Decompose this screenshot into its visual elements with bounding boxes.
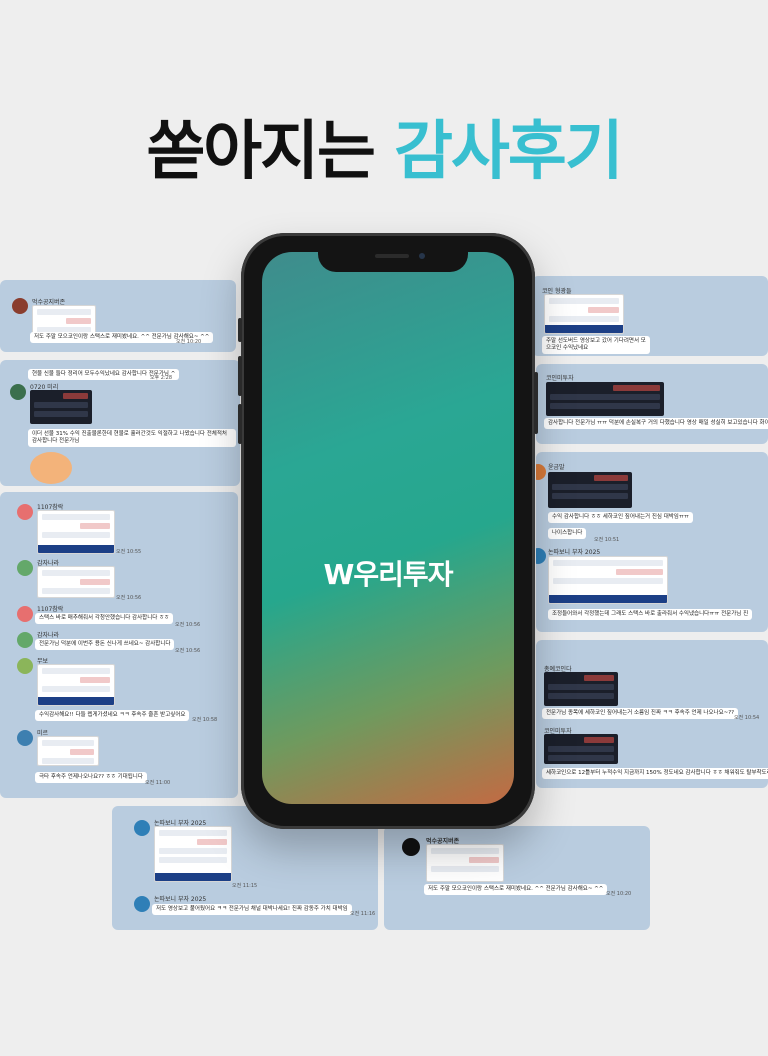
avatar — [17, 606, 33, 622]
message-time: 오전 10:54 — [734, 715, 760, 721]
avatar — [134, 820, 150, 836]
trade-screenshot — [548, 472, 632, 508]
message-bubble: 저도 영상보고 풀어뒀어요 ㅋㅋ 전문가님 채널 대박나세요! 진짜 감동주 가… — [152, 904, 352, 915]
message-time: 오후 2:28 — [150, 375, 173, 381]
trade-screenshot — [37, 736, 99, 766]
trade-screenshot — [546, 382, 664, 416]
sender-name: 논따보니 부자 2025 — [154, 896, 207, 903]
sender-name: 윤금말 — [548, 464, 565, 471]
phone-speaker — [375, 254, 409, 258]
review-panel-left-top: 먹수공지버존 저도 주말 모으코인이랑 스택스로 재미봤네요. ^^ 전문가님 … — [0, 280, 236, 352]
review-panel-bottom-right: 먹수공지버존 저도 주말 모으코인이랑 스택스로 재미봤네요. ^^ 전문가님 … — [384, 826, 650, 930]
message-bubble: 극타 후속주 언제나오나요?? ㅎㅎ 기대됩니다 — [35, 772, 147, 783]
avatar — [17, 504, 33, 520]
avatar — [536, 548, 546, 564]
phone-camera — [419, 253, 425, 259]
avatar — [17, 560, 33, 576]
trade-screenshot — [37, 664, 115, 706]
message-bubble: 수익 감사합니다 ㅎㅎ 세하코인 짚어내는거 진심 대박임ㅠㅠ — [548, 512, 693, 523]
trade-screenshot — [544, 294, 624, 334]
message-time: 오전 10:51 — [594, 537, 620, 543]
brand-logo: W우리투자 — [323, 558, 454, 591]
phone-side-button — [534, 372, 538, 434]
avatar — [10, 384, 26, 400]
avatar — [17, 658, 33, 674]
trade-screenshot — [37, 566, 115, 598]
avatar — [17, 730, 33, 746]
message-time: 오전 10:20 — [176, 339, 202, 345]
message-bubble: 수익감사해요!! 다들 렙게가셨네요 ㅋㅋ 후속주 줄흔 받고싶어요 — [35, 710, 190, 721]
avatar — [402, 838, 420, 856]
sender-name: 감자나라 — [37, 632, 60, 639]
message-time: 오전 11:00 — [145, 780, 171, 786]
review-panel-left-mid: 현물 신물 들다 정리어 모두수익났네요 감사합니다 전문가님 ^ 오후 2:2… — [0, 360, 240, 486]
message-bubble: 전문가님 덕분에 이번주 용돈 신나게 쓰네요~ 감사합니다 — [35, 639, 175, 650]
sender-name: 코인미투자 — [546, 375, 574, 382]
message-bubble: 주말 선도버드 영상보고 갔어 기다려면서 모으코인 수익났네요 — [542, 336, 650, 354]
trade-screenshot — [544, 734, 618, 764]
message-time: 오전 10:56 — [116, 595, 142, 601]
review-panel-right-lower: 윤금말 수익 감사합니다 ㅎㅎ 세하코인 짚어내는거 진심 대박임ㅠㅠ 나이스합… — [536, 452, 768, 632]
message-bubble: 세하코인으로 12틀부터 누적수익 지금까지 150% 정도네요 감사합니다 ㅎ… — [542, 768, 768, 779]
message-time: 오전 10:55 — [116, 549, 142, 555]
message-bubble: 저도 주말 모으코인이랑 스택스로 재미봤네요. ^^ 전문가님 감사해요~ ^… — [424, 884, 608, 895]
headline: 쏟아지는 감사후기 — [0, 112, 768, 192]
avatar — [134, 896, 150, 912]
trade-screenshot — [544, 672, 618, 706]
character-sticker — [30, 452, 72, 484]
message-bubble: 스택스 바로 매추해줘서 각청안했습니다 감사합니다 ㅎㅎ — [35, 613, 174, 624]
trade-screenshot — [37, 510, 115, 554]
message-time: 오전 11:16 — [350, 911, 376, 917]
phone-notch — [318, 248, 468, 272]
phone-side-button — [238, 318, 242, 342]
review-panel-right-bottom: 총예코인다 전문가님 종목에 세하코인 짚어내는거 소름임 진짜 ㅋㅋ 후속주 … — [536, 640, 768, 788]
review-panel-right-top: 코인 형광들 주말 선도버드 영상보고 갔어 기다려면서 모으코인 수익났네요 — [532, 276, 768, 356]
message-time: 오전 10:58 — [192, 717, 218, 723]
message-time: 오전 11:15 — [232, 883, 258, 889]
review-panel-right-mid: 코인미투자 감사합니다 전문가님 ㅠㅠ 덕분에 손실복구 거의 다했습니다 영상… — [536, 364, 768, 444]
message-bubble: 이더 선물 31% 수익 진출물론한데 현물로 훌러간것도 익절하고 나왔습니다… — [28, 429, 236, 447]
message-time: 오전 10:56 — [175, 622, 201, 628]
sender-name: 논따보니 부자 2025 — [548, 549, 601, 556]
message-bubble: 감사합니다 전문가님 ㅠㅠ 덕분에 손실복구 거의 다했습니다 영상 매일 성실… — [544, 418, 768, 429]
avatar — [536, 464, 546, 480]
avatar — [17, 632, 33, 648]
sender-name: 1107참락 — [37, 606, 64, 613]
message-bubble: 전문가님 종목에 세하코인 짚어내는거 소름임 진짜 ㅋㅋ 후속주 언제 나오나… — [542, 708, 739, 719]
trade-screenshot — [154, 826, 232, 882]
avatar — [12, 298, 28, 314]
review-panel-left-bottom: 1107참락 오전 10:55 감자나라 오전 10:56 1107참락 스택스… — [0, 492, 238, 798]
trade-screenshot — [426, 844, 504, 882]
trade-screenshot — [30, 390, 92, 424]
headline-part1: 쏟아지는 — [146, 115, 376, 189]
phone-side-button — [238, 404, 242, 444]
trade-screenshot — [548, 556, 668, 604]
message-bubble: 조정들어와서 각정했는데 그래도 스택스 바로 출라줘서 수익냈습니다ㅠㅠ 전문… — [548, 609, 753, 620]
message-time: 오전 10:56 — [175, 648, 201, 654]
phone-side-button — [238, 356, 242, 396]
phone-screen — [262, 252, 514, 804]
message-time: 오전 10:20 — [606, 891, 632, 897]
message-bubble: 나이스합니다 — [548, 528, 587, 539]
headline-part2: 감사후기 — [394, 115, 624, 189]
